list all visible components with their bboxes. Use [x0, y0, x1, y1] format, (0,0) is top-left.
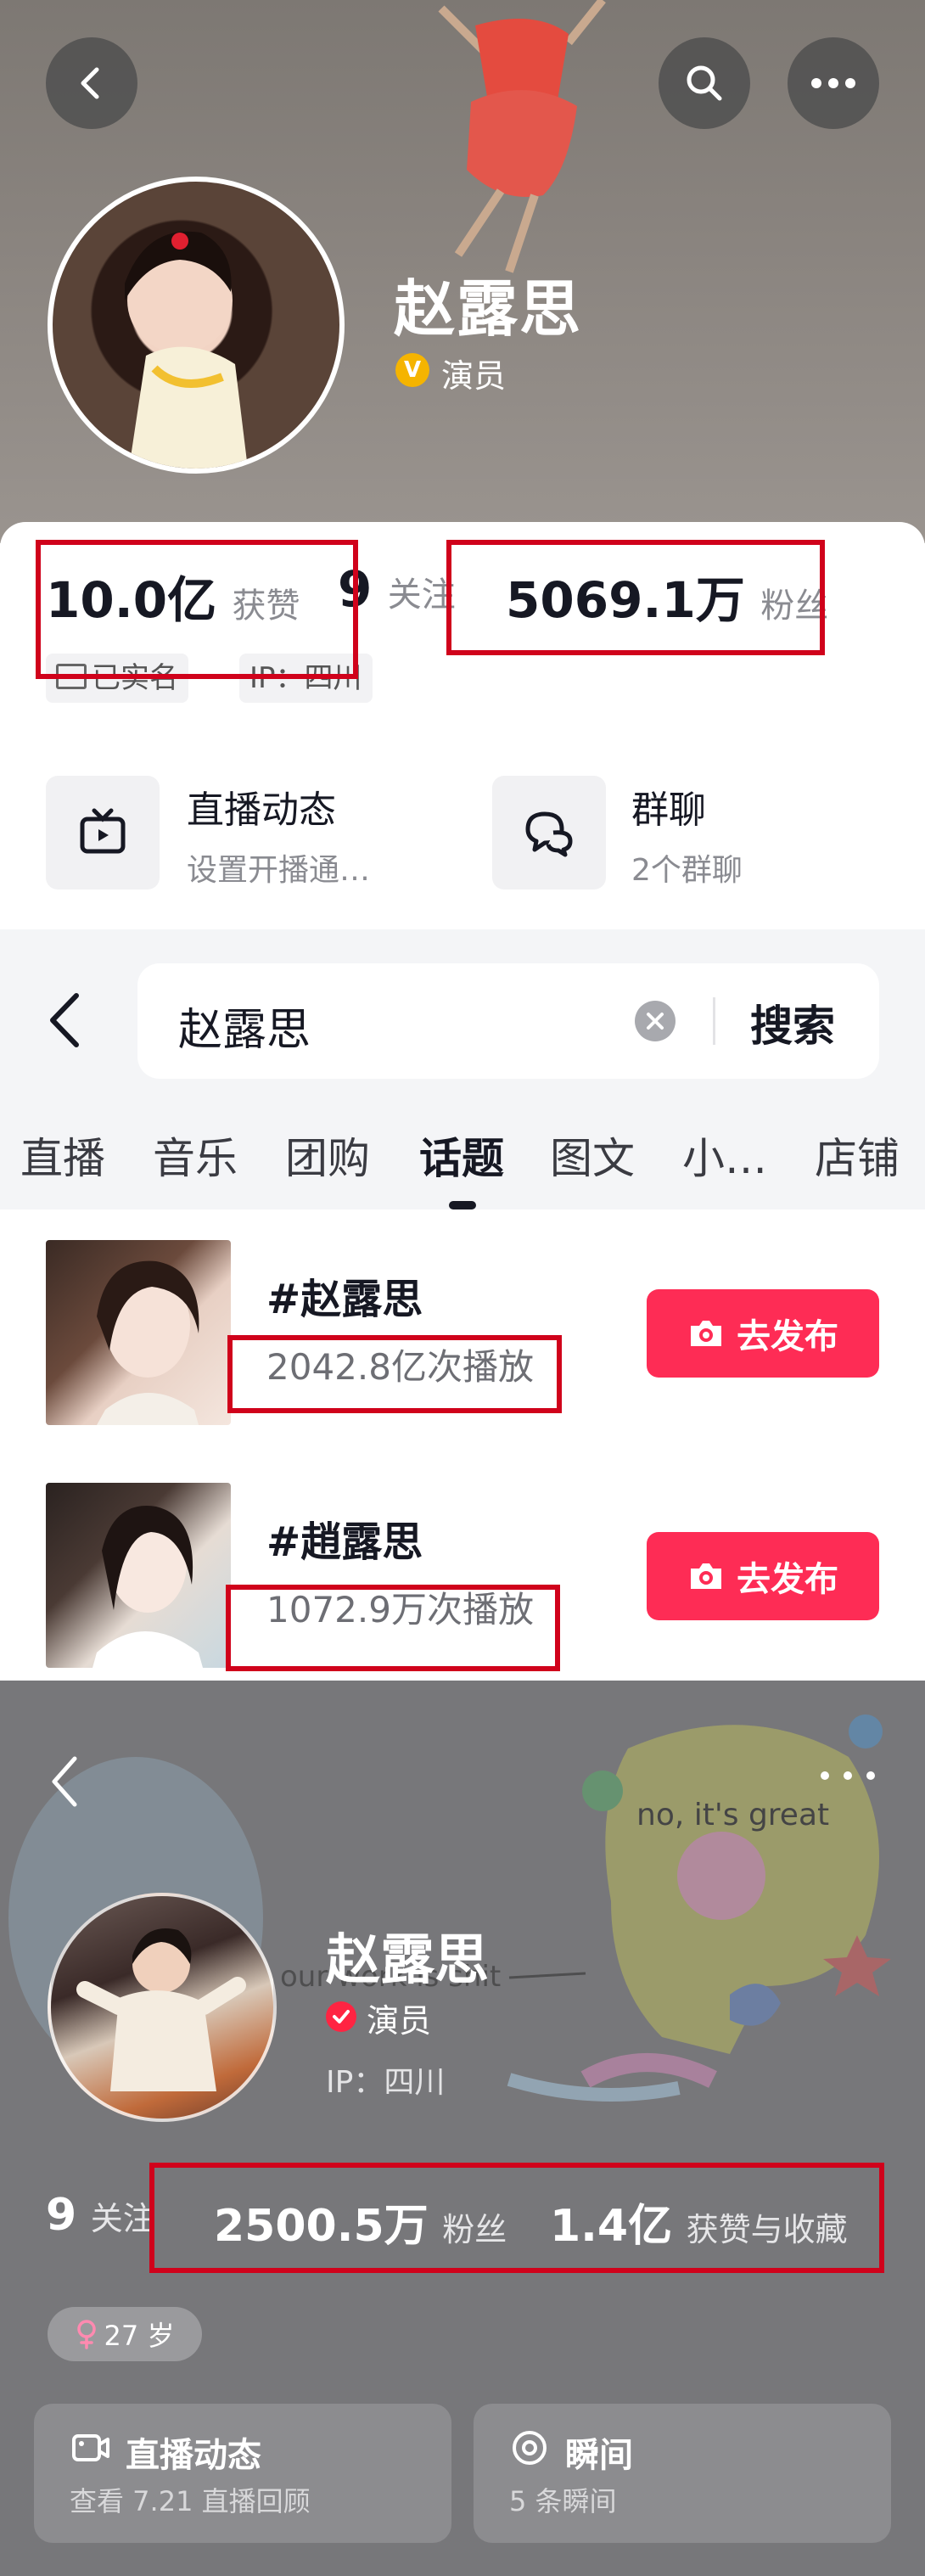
live-dynamics-card[interactable]: 直播动态 查看 7.21 直播回顾: [34, 2404, 451, 2543]
cover-dancer-illustration: [438, 0, 606, 273]
verified-badge-icon: V: [395, 353, 429, 387]
close-icon: [647, 1013, 664, 1030]
clear-search-button[interactable]: [635, 1001, 676, 1041]
tab-mini[interactable]: 小…: [682, 1125, 767, 1186]
chat-bubbles-icon: [525, 811, 573, 857]
douyin-search-screen: 赵露思 搜索 直播 音乐 团购 话题 图文 小… 店铺 #赵露思 2042.8亿…: [0, 929, 925, 1681]
verified-check-icon: [326, 2001, 356, 2032]
live-dynamics-title: 直播动态: [126, 2436, 261, 2475]
xhs-back-button[interactable]: [48, 1754, 81, 1813]
profile-avatar[interactable]: [48, 177, 345, 474]
more-dots-icon: [821, 1771, 875, 1780]
back-button[interactable]: [46, 37, 137, 129]
verified-role: 演员: [367, 2002, 432, 2040]
publish-button[interactable]: 去发布: [647, 1532, 879, 1620]
publish-button-label: 去发布: [737, 1317, 838, 1356]
more-dots-icon: [811, 78, 855, 88]
chevron-left-icon: [81, 67, 99, 99]
xiaohongshu-profile-screen: no, it's great our work is shit 赵露思 演员 I…: [0, 1681, 925, 2576]
following-label: 关注: [387, 575, 456, 615]
group-chat-subtitle: 2个群聊: [631, 853, 743, 888]
search-submit-button[interactable]: 搜索: [750, 992, 835, 1053]
tab-live[interactable]: 直播: [20, 1125, 105, 1186]
active-tab-indicator: [449, 1201, 476, 1209]
ip-location: IP：四川: [326, 2065, 446, 2100]
avatar-child-portrait: [125, 231, 248, 469]
tab-group-buy[interactable]: 团购: [285, 1125, 370, 1186]
highlight-box-fans: [446, 540, 825, 655]
search-input[interactable]: 赵露思: [178, 994, 311, 1058]
topic-thumbnail[interactable]: [46, 1483, 231, 1668]
topic-title[interactable]: #赵露思: [266, 1266, 423, 1325]
highlight-box-plays-1: [227, 1335, 562, 1413]
group-chat-icon-box[interactable]: [492, 776, 606, 890]
following-stat[interactable]: 9 关注: [46, 2190, 155, 2241]
live-dynamics-subtitle: 设置开播通…: [187, 853, 371, 888]
verified-role: 演员: [441, 357, 507, 395]
camera-icon: [691, 1321, 721, 1346]
video-camera-icon: [72, 2434, 109, 2461]
live-dynamics-icon-box[interactable]: [46, 776, 160, 890]
live-dynamics-subtitle: 查看 7.21 直播回顾: [70, 2485, 311, 2517]
highlight-box-xhs-stats: [149, 2163, 884, 2273]
topic-title[interactable]: #趙露思: [266, 1508, 423, 1568]
camera-icon: [691, 1563, 721, 1589]
publish-button-label: 去发布: [737, 1560, 838, 1599]
following-count: 9: [46, 2190, 77, 2241]
tab-topics[interactable]: 话题: [419, 1125, 504, 1186]
topic-thumbnail[interactable]: [46, 1240, 231, 1425]
topic-portrait-image: [97, 1260, 199, 1425]
moments-card[interactable]: 瞬间 5 条瞬间: [474, 2404, 891, 2543]
search-back-button[interactable]: [46, 991, 87, 1053]
search-icon: [687, 65, 722, 101]
age-label: 27 岁: [104, 2320, 175, 2352]
moments-subtitle: 5 条瞬间: [509, 2485, 617, 2517]
tab-image-text[interactable]: 图文: [550, 1125, 635, 1186]
group-chat-title[interactable]: 群聊: [631, 779, 706, 833]
chevron-left-icon: [52, 1756, 77, 1807]
moments-title: 瞬间: [565, 2436, 633, 2475]
more-button[interactable]: [788, 37, 879, 129]
search-button[interactable]: [659, 37, 750, 129]
moment-ring-icon: [513, 2431, 547, 2465]
highlight-box-plays-2: [226, 1585, 560, 1671]
publish-button[interactable]: 去发布: [647, 1289, 879, 1378]
age-gender-tag: 27 岁: [48, 2307, 202, 2361]
search-bar[interactable]: 赵露思 搜索: [137, 963, 879, 1079]
chevron-left-icon: [50, 993, 79, 1047]
highlight-box-likes: [36, 540, 358, 679]
xhs-more-button[interactable]: [818, 1769, 877, 1785]
tab-shops[interactable]: 店铺: [815, 1125, 900, 1186]
tab-music[interactable]: 音乐: [153, 1125, 238, 1186]
profile-name: 赵露思: [326, 1929, 489, 1992]
tv-icon: [80, 808, 126, 854]
profile-avatar[interactable]: [48, 1893, 277, 2122]
profile-name: 赵露思: [394, 273, 583, 345]
following-label: 关注: [90, 2200, 155, 2237]
live-dynamics-title[interactable]: 直播动态: [187, 779, 336, 833]
avatar-child-photo: [76, 1928, 246, 2091]
douyin-profile-screen: 赵露思 V 演员 10.0亿 获赞 9 关注 5069.1万 粉丝 已实名 IP…: [0, 0, 925, 929]
search-divider: [713, 997, 715, 1045]
female-icon: [76, 2320, 96, 2349]
topic-portrait-image: [92, 1506, 203, 1668]
